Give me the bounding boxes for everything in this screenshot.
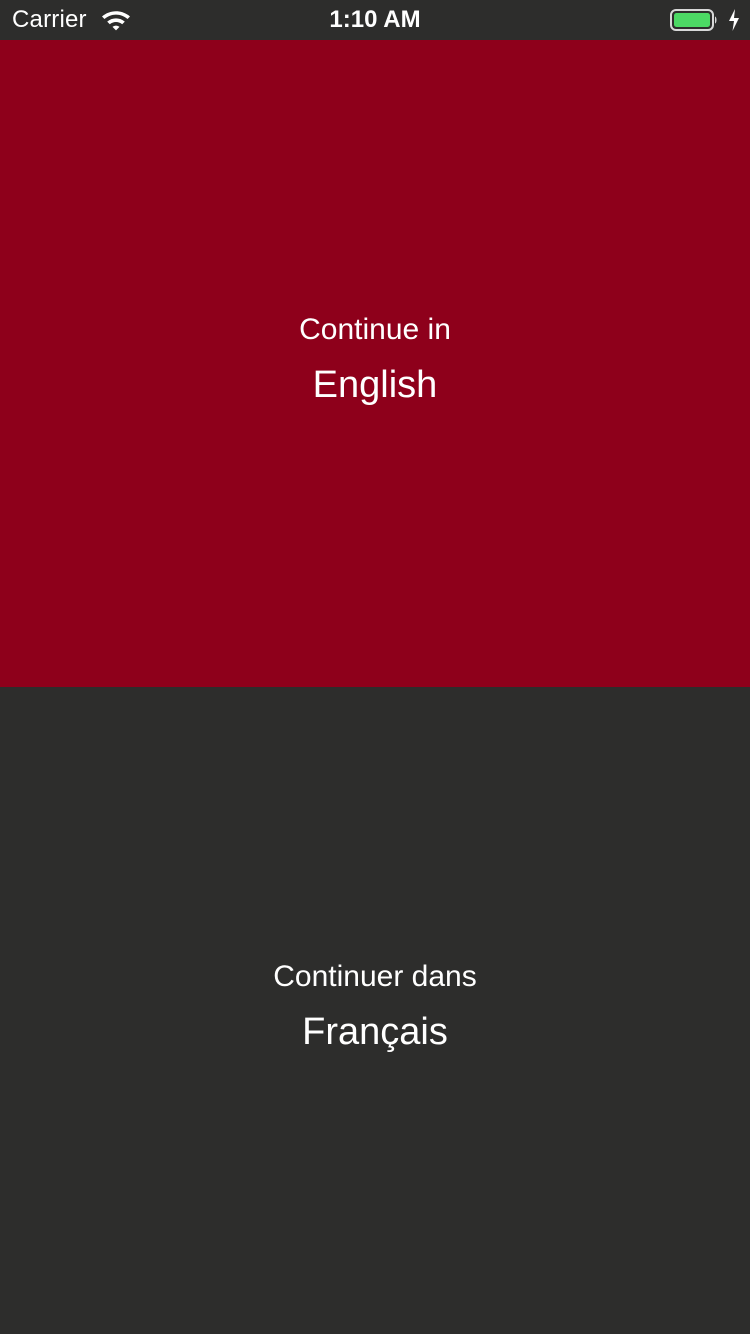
status-time: 1:10 AM <box>329 6 421 33</box>
french-language-label: Français <box>302 1011 448 1053</box>
charging-bolt-icon <box>729 9 739 31</box>
battery-icon <box>670 9 717 31</box>
status-bar: Carrier 1:10 AM <box>0 0 750 40</box>
continue-english-button[interactable]: Continue in English <box>0 40 750 687</box>
continue-french-button[interactable]: Continuer dans Français <box>0 687 750 1334</box>
english-prompt-label: Continue in <box>299 313 451 346</box>
english-language-label: English <box>312 364 438 406</box>
french-prompt-label: Continuer dans <box>273 960 477 993</box>
